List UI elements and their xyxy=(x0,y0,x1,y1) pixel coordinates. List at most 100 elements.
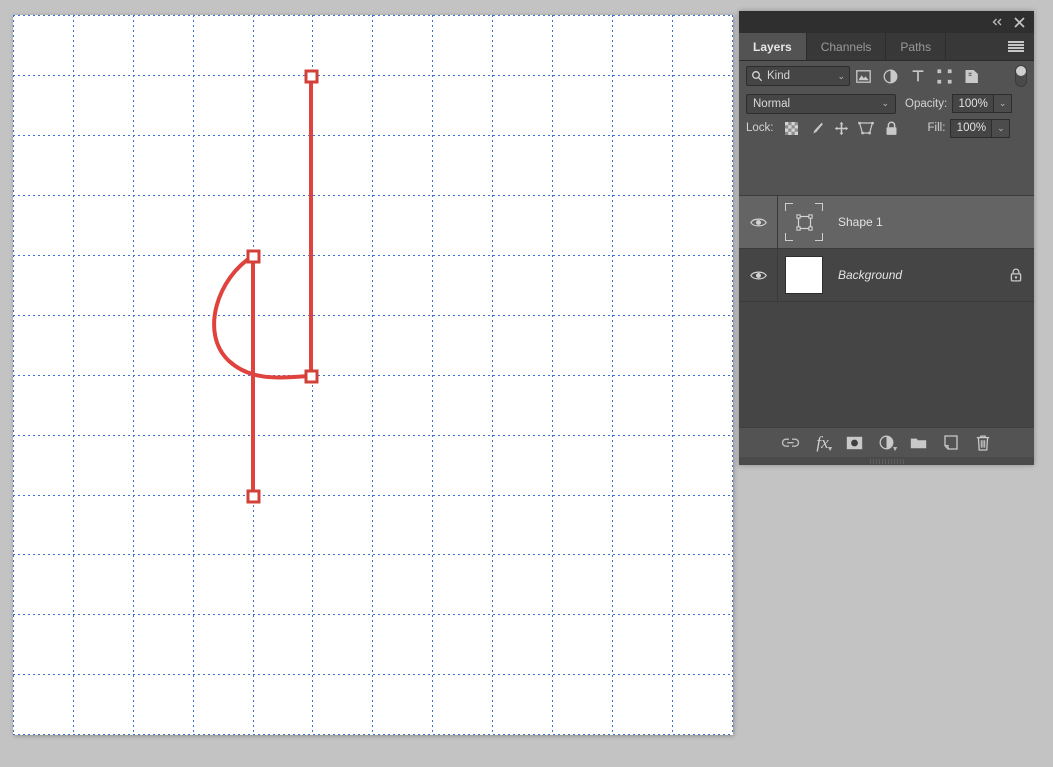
shape-path-icon xyxy=(795,213,813,231)
checkerboard-icon xyxy=(784,121,798,135)
layers-panel-bottom-toolbar[interactable]: fx ▼ ▼ xyxy=(739,427,1034,457)
panel-tab-strip[interactable]: Layers Channels Paths xyxy=(739,33,1034,61)
new-adjustment-layer-button[interactable]: ▼ xyxy=(872,430,902,456)
anchor-point-mid-right[interactable] xyxy=(304,369,319,384)
opacity-slider-caret-icon[interactable]: ⌄ xyxy=(993,94,1013,113)
chevron-down-icon: ⌄ xyxy=(881,98,889,108)
close-glyph xyxy=(1013,16,1025,28)
grip-lines xyxy=(869,458,904,464)
delete-layer-button[interactable] xyxy=(968,430,998,456)
link-icon xyxy=(781,438,800,447)
filter-kind-select[interactable]: Kind ⌄ xyxy=(746,66,850,86)
filter-pixel-layers-button[interactable] xyxy=(850,64,877,88)
grip-line xyxy=(884,458,886,464)
grip-line xyxy=(878,458,880,464)
layer-locked-badge xyxy=(1010,268,1022,282)
padlock-icon xyxy=(1010,268,1022,282)
panel-titlebar[interactable] xyxy=(739,11,1034,33)
lock-image-pixels-button[interactable] xyxy=(804,117,829,139)
lock-all-button[interactable] xyxy=(879,117,904,139)
hamburger-menu-icon[interactable] xyxy=(1004,33,1028,60)
grip-line xyxy=(902,458,904,464)
filter-enable-toggle[interactable] xyxy=(1015,65,1027,87)
smart-object-icon xyxy=(965,69,978,83)
grip-line xyxy=(887,458,889,464)
menu-bar xyxy=(1008,47,1024,49)
grip-line xyxy=(872,458,874,464)
layer-name-label: Shape 1 xyxy=(838,215,883,229)
lock-row[interactable]: Lock: Fill: 100% ⌄ xyxy=(739,116,1034,140)
lock-artboard-nesting-button[interactable] xyxy=(854,117,879,139)
bracket-top-right xyxy=(815,203,823,211)
menu-bar xyxy=(1008,40,1024,43)
path-segment-curve xyxy=(212,254,312,380)
eye-icon xyxy=(749,271,767,279)
anchor-point-top[interactable] xyxy=(304,69,319,84)
layer-style-button[interactable]: fx ▼ xyxy=(808,430,838,456)
blend-mode-select[interactable]: Normal ⌄ xyxy=(746,93,896,114)
grip-line xyxy=(896,458,898,464)
tab-paths[interactable]: Paths xyxy=(886,33,947,60)
table-row[interactable]: Shape 1 xyxy=(739,196,1034,249)
filter-adjustment-layers-button[interactable] xyxy=(877,64,904,88)
fill-input[interactable]: 100% xyxy=(950,118,992,138)
adjustment-half-circle-icon xyxy=(883,69,898,83)
layer-thumbnail[interactable] xyxy=(778,249,830,301)
vector-path-overlay[interactable] xyxy=(13,15,733,735)
blend-mode-value: Normal xyxy=(753,97,791,110)
new-layer-button[interactable] xyxy=(936,430,966,456)
vector-shape-thumbnail xyxy=(785,203,823,241)
type-T-icon xyxy=(912,70,923,82)
padlock-icon xyxy=(886,121,896,135)
menu-bar xyxy=(1008,50,1024,53)
close-icon[interactable] xyxy=(1008,11,1030,33)
search-icon xyxy=(752,71,763,82)
tab-channels[interactable]: Channels xyxy=(806,33,887,60)
blend-mode-row[interactable]: Normal ⌄ Opacity: 100% ⌄ xyxy=(739,91,1034,116)
opacity-input[interactable]: 100% xyxy=(952,94,994,113)
lock-position-button[interactable] xyxy=(829,117,854,139)
grip-line xyxy=(881,458,883,464)
anchor-point-mid-left[interactable] xyxy=(246,249,261,264)
menu-bar xyxy=(1008,44,1024,46)
tab-layers[interactable]: Layers xyxy=(739,33,807,60)
chevron-down-icon: ▼ xyxy=(826,445,834,453)
add-layer-mask-button[interactable] xyxy=(840,430,870,456)
grip-line xyxy=(869,458,871,464)
new-layer-icon xyxy=(943,435,958,450)
filter-smart-objects-button[interactable] xyxy=(958,64,985,88)
bracket-top-left xyxy=(785,203,793,211)
fill-label: Fill: xyxy=(927,122,946,134)
layer-thumbnail[interactable] xyxy=(778,196,830,248)
anchor-point-bottom[interactable] xyxy=(246,489,261,504)
panel-resize-grip[interactable] xyxy=(739,457,1034,465)
document-canvas[interactable] xyxy=(13,15,733,735)
lock-label: Lock: xyxy=(746,122,774,134)
grip-line xyxy=(893,458,895,464)
filter-type-layers-button[interactable] xyxy=(904,64,931,88)
layer-visibility-toggle[interactable] xyxy=(739,249,778,301)
filter-shape-layers-button[interactable] xyxy=(931,64,958,88)
bracket-bottom-left xyxy=(785,233,793,241)
trash-icon xyxy=(976,434,989,451)
layers-list[interactable]: Shape 1 Background xyxy=(739,195,1034,428)
filter-kind-label: Kind xyxy=(767,70,791,82)
table-row[interactable]: Background xyxy=(739,249,1034,302)
layers-panel[interactable]: Layers Channels Paths Kind ⌄ Normal ⌄ Op… xyxy=(739,11,1034,465)
folder-icon xyxy=(910,438,927,449)
grip-line xyxy=(890,458,892,464)
toggle-knob xyxy=(1016,66,1026,76)
white-fill-thumbnail xyxy=(785,256,823,294)
image-icon xyxy=(856,69,871,83)
layer-visibility-toggle[interactable] xyxy=(739,196,778,248)
fill-slider-caret-icon[interactable]: ⌄ xyxy=(991,118,1011,138)
grip-line xyxy=(899,458,901,464)
layer-filter-row[interactable]: Kind ⌄ xyxy=(739,61,1034,91)
double-chevron-left-icon[interactable] xyxy=(986,11,1008,33)
link-layers-button[interactable] xyxy=(776,430,806,456)
chevron-down-icon: ⌄ xyxy=(837,70,845,81)
mask-icon xyxy=(846,436,863,449)
lock-transparent-pixels-button[interactable] xyxy=(779,117,804,139)
layer-name-label: Background xyxy=(838,268,903,282)
new-group-button[interactable] xyxy=(904,430,934,456)
